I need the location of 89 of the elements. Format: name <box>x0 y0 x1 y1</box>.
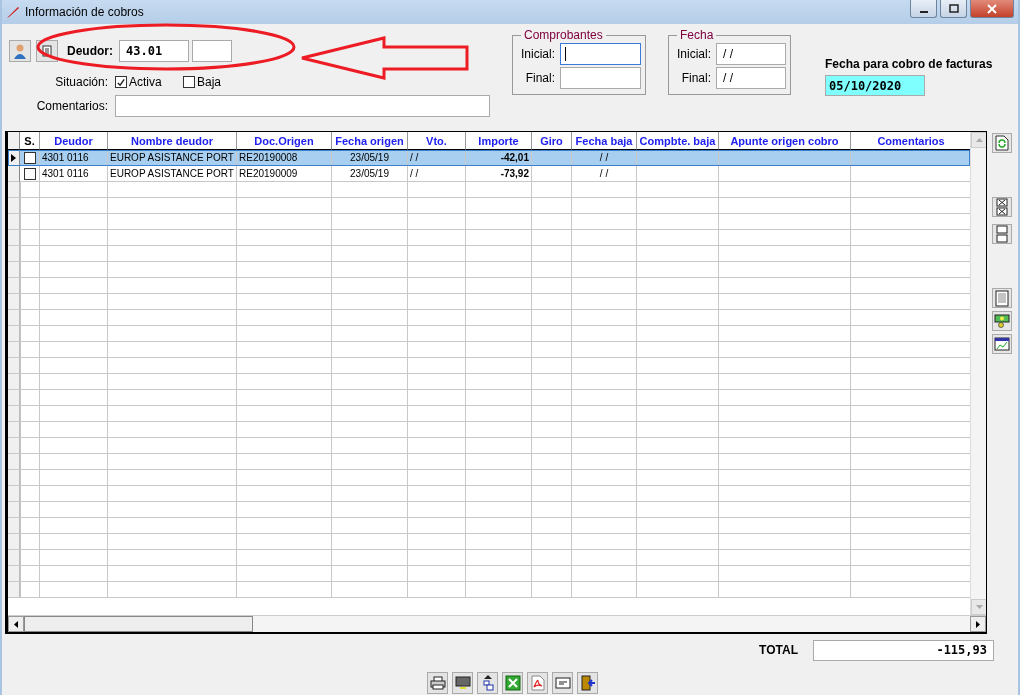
print-button[interactable] <box>427 672 448 694</box>
table-cell: EUROP ASISTANCE PORT <box>108 166 237 182</box>
pdf-icon <box>530 675 545 691</box>
chart-button[interactable] <box>992 334 1012 354</box>
refresh-button[interactable] <box>992 133 1012 153</box>
right-arrow-icon <box>976 620 980 628</box>
document-icon <box>40 44 54 58</box>
corner-cell <box>8 132 20 150</box>
field-label: Final: <box>524 71 555 85</box>
table-cell: EUROP ASISTANCE PORT <box>108 150 237 166</box>
comentarios-field[interactable] <box>115 95 490 117</box>
exit-door-icon <box>579 675 596 691</box>
spreadsheet-icon <box>504 675 521 691</box>
checked-boxes-icon <box>996 198 1008 216</box>
row-checkbox[interactable] <box>23 167 36 180</box>
situacion-label: Situación: <box>54 75 108 89</box>
table-cell: 4301 0116 <box>40 150 108 166</box>
pointer-icon <box>11 153 16 162</box>
deudor-sub-field[interactable] <box>192 40 232 62</box>
deudor-field[interactable]: 43.01 <box>119 40 189 62</box>
situacion-checkbox[interactable]: Activa <box>115 75 183 89</box>
fecha-cobro-field[interactable]: 05/10/2020 <box>825 75 925 96</box>
date-field[interactable]: / / <box>716 67 786 89</box>
scroll-right-button[interactable] <box>970 616 986 632</box>
printer-icon <box>429 676 446 690</box>
pdf-button[interactable] <box>527 672 548 694</box>
pen-icon <box>6 5 20 19</box>
minimize-button[interactable] <box>910 0 937 18</box>
document-button[interactable] <box>992 288 1012 308</box>
check-icon <box>116 76 126 88</box>
table-cell: -73,92 <box>466 166 532 182</box>
exit-button[interactable] <box>577 672 598 694</box>
empty-boxes-icon <box>996 225 1008 243</box>
money-icon <box>994 314 1010 328</box>
row-checkbox[interactable] <box>23 151 36 164</box>
row-indicator[interactable] <box>8 150 20 166</box>
comprobante-field[interactable] <box>560 43 641 65</box>
scroll-left-button[interactable] <box>8 616 24 632</box>
monitor-icon <box>454 676 471 690</box>
envelope-button[interactable] <box>552 672 573 694</box>
table-cell: 23/05/19 <box>332 166 408 182</box>
maximize-icon <box>948 3 959 14</box>
table-cell: / / <box>572 166 637 182</box>
down-arrow-icon <box>975 605 983 609</box>
scroll-thumb[interactable] <box>24 616 253 632</box>
chart-icon <box>994 337 1010 351</box>
field-label: Inicial: <box>676 47 711 61</box>
group-title: Fecha <box>679 28 715 42</box>
fecha-cobro-label: Fecha para cobro de facturas <box>825 57 993 71</box>
minimize-icon <box>919 10 928 13</box>
select-all-button[interactable] <box>992 197 1012 217</box>
field-label: Final: <box>680 71 711 85</box>
table-cell: RE20190009 <box>237 166 332 182</box>
comprobante-field[interactable] <box>560 67 641 89</box>
export-button[interactable] <box>477 672 498 694</box>
table-row[interactable]: 4301 0116 EUROP ASISTANCE PORT RE20190008 23/05/19 / / -42,01 / / <box>8 150 970 166</box>
close-icon <box>987 3 997 14</box>
export-icon <box>481 675 494 691</box>
total-field[interactable]: -115,93 <box>813 639 994 661</box>
table-row[interactable]: 4301 0116 EUROP ASISTANCE PORT RE20190009 23/05/19 / / -73,92 / / <box>8 166 970 182</box>
table-cell: / / <box>408 150 466 166</box>
field-label: Inicial: <box>520 47 555 61</box>
maximize-button[interactable] <box>940 0 967 18</box>
left-arrow-icon <box>14 620 18 628</box>
person-icon <box>12 43 28 59</box>
monitor-button[interactable] <box>452 672 473 694</box>
horizontal-scrollbar[interactable] <box>8 615 986 632</box>
total-label: TOTAL <box>759 643 798 657</box>
window-title: Información de cobros <box>25 5 144 19</box>
deudor-label: Deudor: <box>67 44 113 58</box>
situacion-checkbox[interactable]: Baja <box>183 75 251 89</box>
spreadsheet-button[interactable] <box>502 672 523 694</box>
money-button[interactable] <box>992 311 1012 331</box>
table-cell: / / <box>572 150 637 166</box>
document-icon <box>995 289 1009 307</box>
comentarios-label: Comentarios: <box>35 99 108 113</box>
deselect-all-button[interactable] <box>992 224 1012 244</box>
table-cell: 23/05/19 <box>332 150 408 166</box>
envelope-icon <box>554 677 571 689</box>
up-arrow-icon <box>975 138 983 142</box>
close-button[interactable] <box>970 0 1014 18</box>
table-cell: / / <box>408 166 466 182</box>
user-button[interactable] <box>9 40 31 62</box>
date-field[interactable]: / / <box>716 43 786 65</box>
group-title: Comprobantes <box>523 28 604 42</box>
refresh-icon <box>995 135 1009 151</box>
table-cell: -42,01 <box>466 150 532 166</box>
table-cell: RE20190008 <box>237 150 332 166</box>
table-cell: 4301 0116 <box>40 166 108 182</box>
